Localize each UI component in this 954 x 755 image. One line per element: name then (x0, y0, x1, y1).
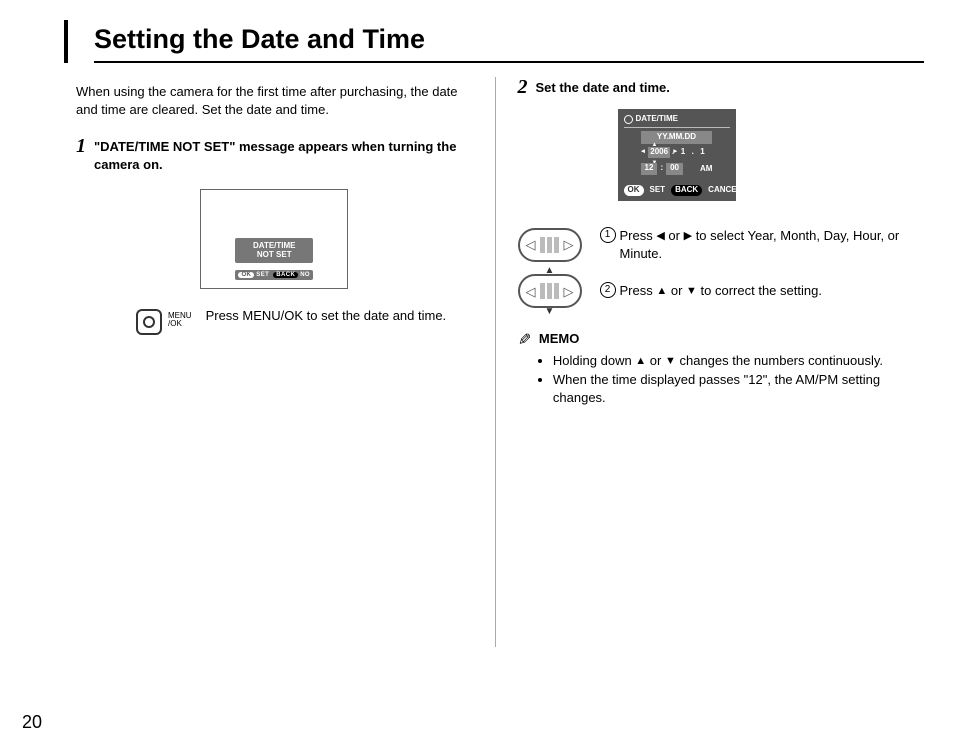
columns: When using the camera for the first time… (76, 77, 914, 647)
lcd1-line2: NOT SET (257, 250, 292, 259)
down-arrow-icon: ▼ (686, 285, 697, 297)
substep1-text: Press ◀ or ▶ to select Year, Month, Day,… (620, 227, 915, 262)
up-arrow-icon: ▲ (656, 285, 667, 297)
menu-ok-label: MENU /OK (168, 312, 192, 328)
lcd-screen-2: DATE/TIME YY.MM.DD ▲ 2006 . 1 . 1 ▼ 12 :… (618, 109, 736, 201)
substep-1-row: ◁ ▷ 1 Press ◀ or ▶ to select Year, Month… (518, 227, 915, 262)
page-number: 20 (22, 712, 42, 733)
lcd2-footer: OK SET BACK CANCEL (624, 185, 730, 196)
lcd2-time-row: 12 : 00 AM (624, 163, 730, 175)
lcd2-back-pill: BACK (671, 185, 702, 196)
lcd1-message: DATE/TIME NOT SET (235, 238, 313, 262)
step2-title: Set the date and time. (536, 79, 670, 97)
lcd1-set: SET (256, 272, 269, 278)
lcd1-no: NO (300, 272, 310, 278)
right-arrow-icon: ▶ (684, 230, 692, 242)
circled-1: 1 (600, 227, 616, 243)
lcd2-min: 00 (666, 163, 683, 175)
memo-item-1: Holding down ▲ or ▼ changes the numbers … (553, 352, 914, 370)
dpad-horizontal-icon: ◁ ▷ (518, 228, 582, 262)
lcd2-ampm: AM (700, 163, 712, 175)
triangle-left-icon: ◁ (526, 285, 536, 298)
lcd1-back-pill: BACK (273, 272, 298, 278)
triangle-right-icon: ▷ (564, 238, 574, 251)
triangle-right-icon: ▷ (564, 285, 574, 298)
lcd2-year: 2006 (648, 147, 670, 158)
memo-title: MEMO (539, 330, 914, 348)
lcd2-cancel: CANCEL (708, 185, 741, 196)
menu-label-l2: /OK (168, 319, 182, 328)
dpad-vertical-icon: ◁ ▷ (518, 274, 582, 308)
step1-number: 1 (76, 136, 86, 156)
lcd1-bottom-bar: OKSET BACKNO (235, 270, 313, 280)
lcd2-header-text: DATE/TIME (636, 114, 679, 125)
page-title: Setting the Date and Time (94, 20, 924, 63)
manual-page: Setting the Date and Time When using the… (0, 0, 954, 755)
lcd2-hour: 12 (641, 163, 658, 175)
step2-number: 2 (518, 77, 528, 97)
lcd1-ok-pill: OK (238, 272, 254, 278)
circled-2: 2 (600, 282, 616, 298)
lcd2-ok-pill: OK (624, 185, 644, 196)
right-column: 2 Set the date and time. DATE/TIME YY.MM… (495, 77, 915, 647)
intro-text: When using the camera for the first time… (76, 83, 473, 118)
memo-block: ✎ MEMO Holding down ▲ or ▼ changes the n… (518, 330, 915, 408)
lcd2-sep2: . (687, 147, 698, 158)
lcd2-set: SET (650, 185, 666, 196)
memo-item-2: When the time displayed passes "12", the… (553, 371, 914, 406)
step1-heading: 1 "DATE/TIME NOT SET" message appears wh… (76, 136, 473, 173)
lcd2-colon: : (660, 163, 663, 175)
menu-ok-row: MENU /OK Press MENU/OK to set the date a… (136, 309, 473, 335)
memo-hand-icon: ✎ (518, 330, 531, 408)
menu-ok-instruction: Press MENU/OK to set the date and time. (206, 307, 447, 325)
lcd2-header: DATE/TIME (624, 114, 730, 128)
up-arrow-icon: ▲ (635, 355, 646, 367)
substep-2-row: ◁ ▷ 2 Press ▲ or ▼ to correct the settin… (518, 274, 915, 308)
lcd2-date-row: 2006 . 1 . 1 (624, 147, 730, 158)
title-container: Setting the Date and Time (64, 20, 924, 63)
step1-title: "DATE/TIME NOT SET" message appears when… (94, 138, 473, 173)
clock-icon (624, 115, 633, 124)
triangle-left-icon: ◁ (526, 238, 536, 251)
lcd1-line1: DATE/TIME (253, 241, 296, 250)
lcd2-day: 1 (700, 147, 704, 158)
down-arrow-icon: ▼ (665, 355, 676, 367)
substep2-text: Press ▲ or ▼ to correct the setting. (620, 282, 822, 300)
memo-list: Holding down ▲ or ▼ changes the numbers … (539, 352, 914, 407)
left-arrow-icon: ◀ (656, 230, 664, 242)
menu-ok-button-icon (136, 309, 162, 335)
lcd2-month: 1 (681, 147, 685, 158)
left-column: When using the camera for the first time… (76, 77, 495, 647)
step2-heading: 2 Set the date and time. (518, 77, 915, 97)
lcd-screen-1: DATE/TIME NOT SET OKSET BACKNO (200, 189, 348, 289)
